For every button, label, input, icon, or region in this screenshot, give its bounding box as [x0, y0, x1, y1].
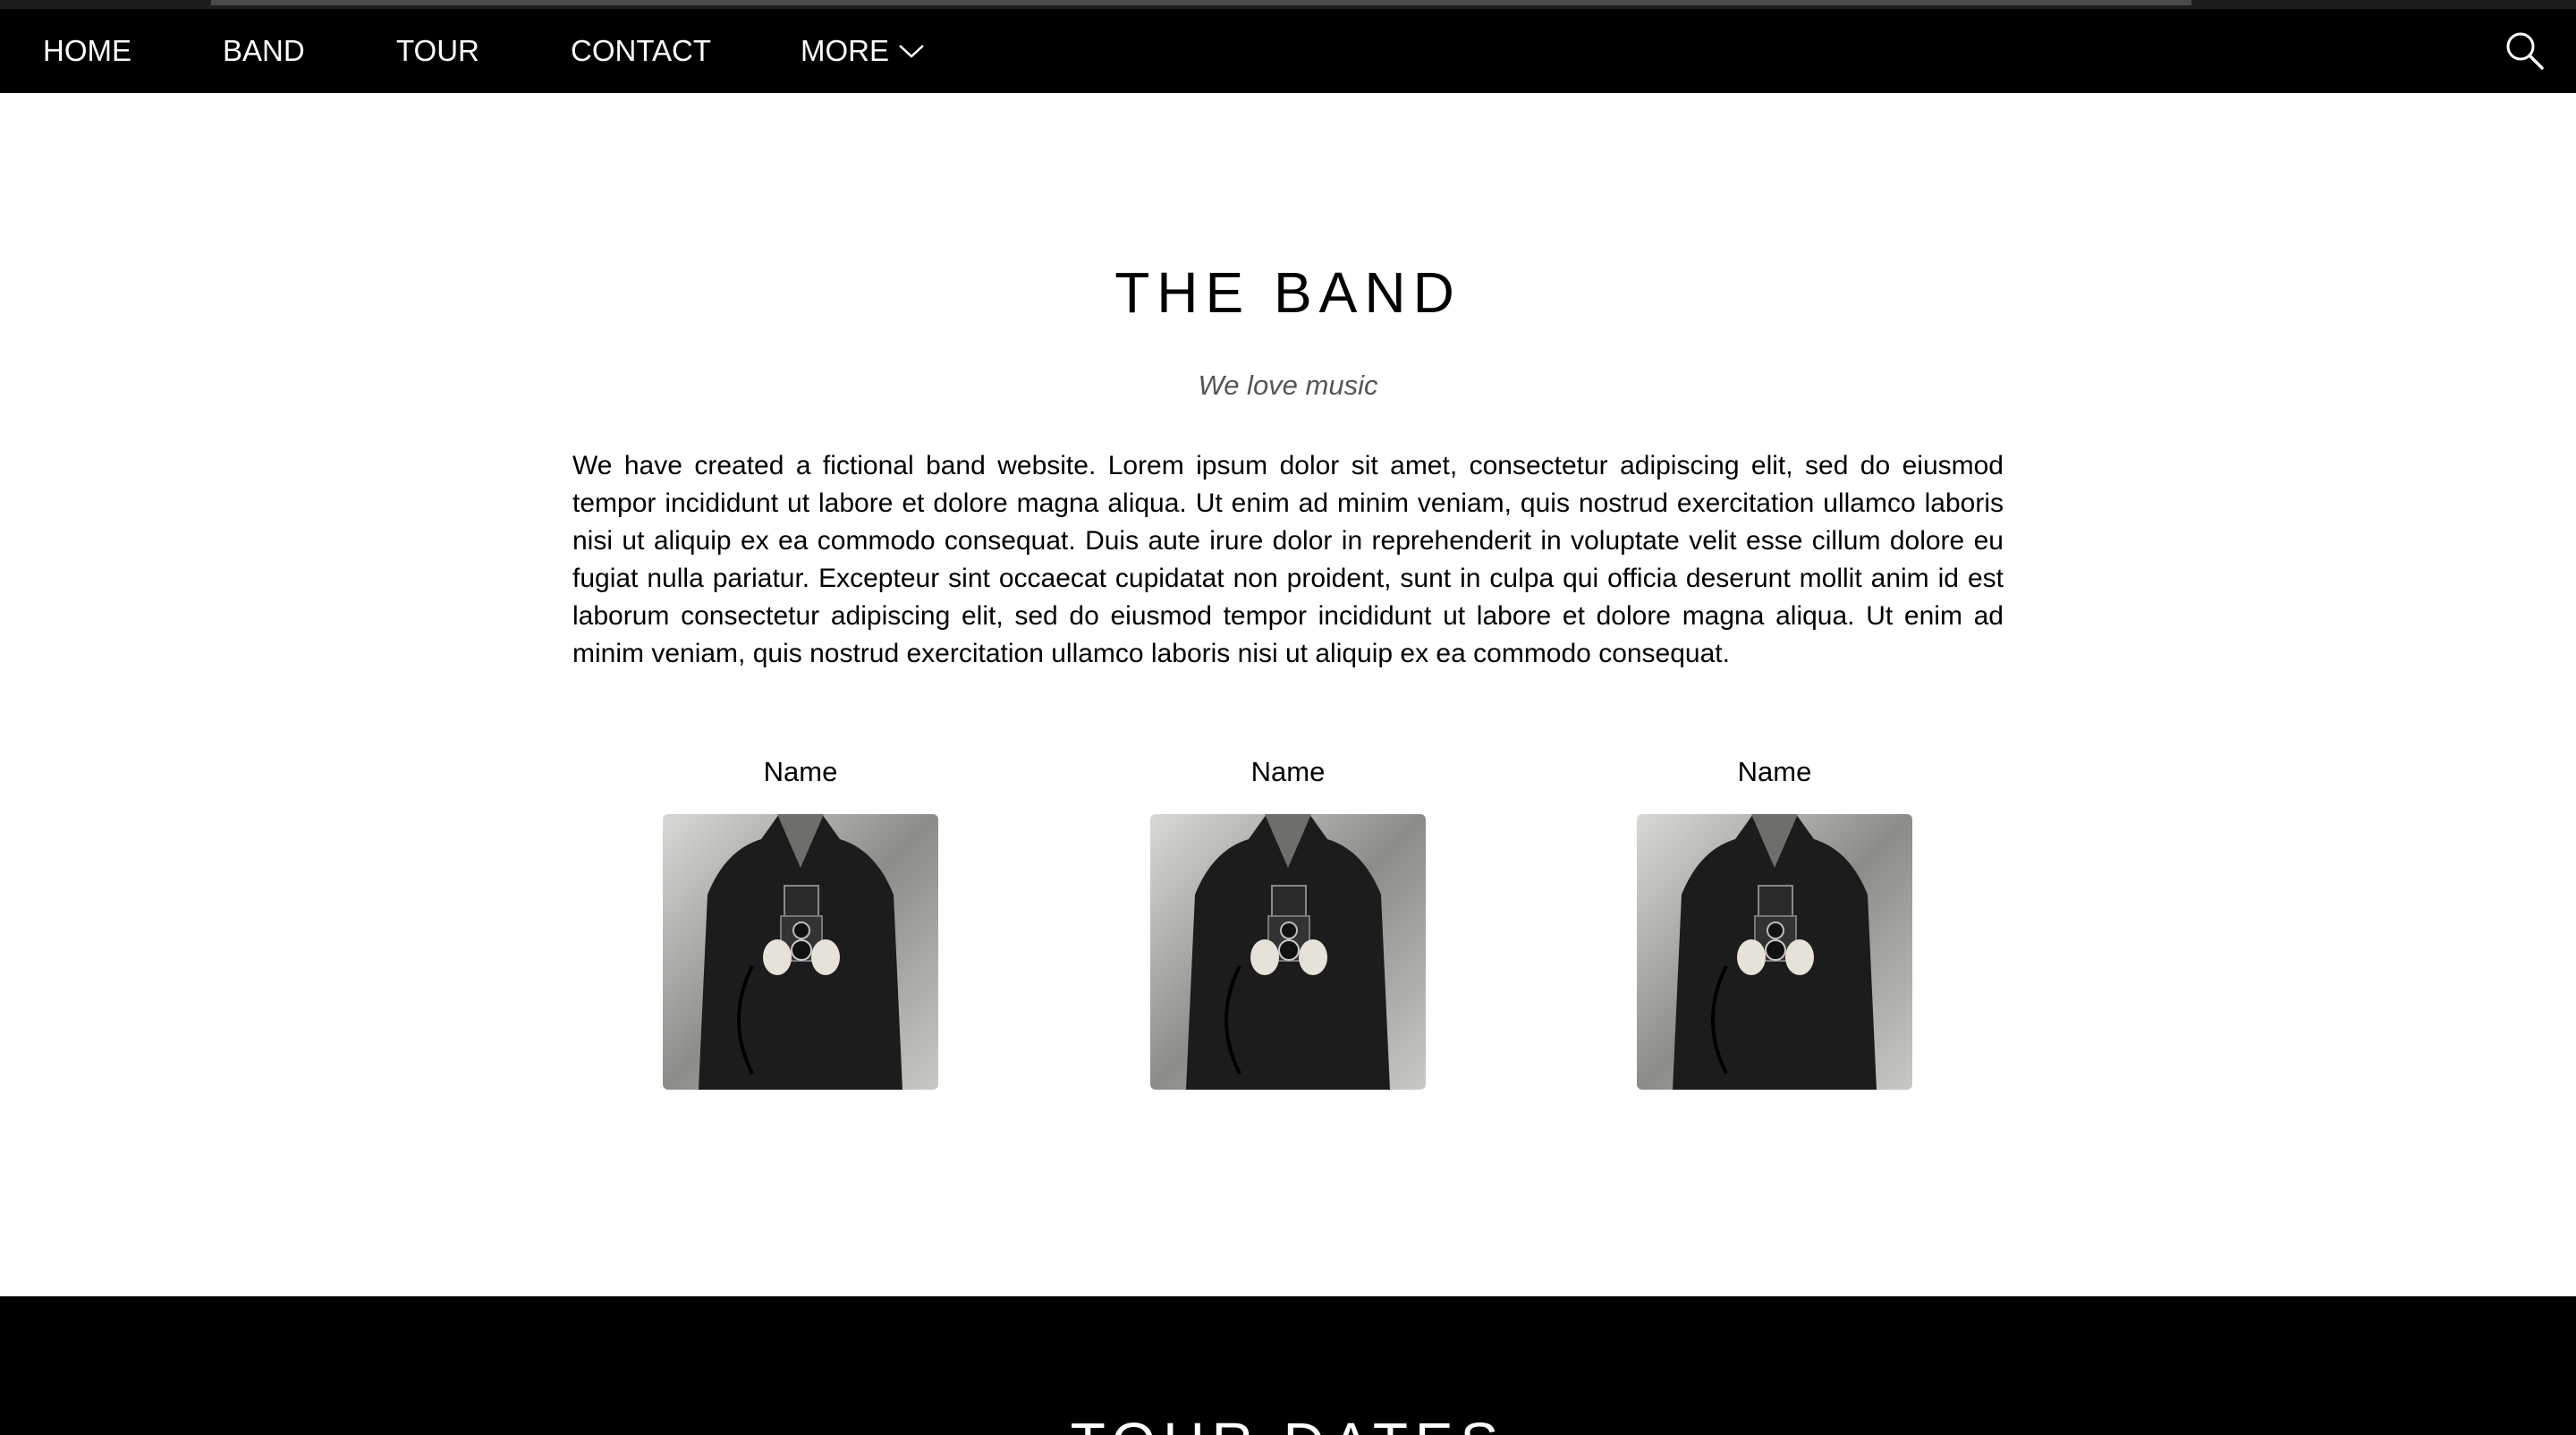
tour-section-title: TOUR DATES	[0, 1410, 2576, 1435]
member-photo[interactable]	[1150, 814, 1426, 1090]
tour-section: TOUR DATES	[0, 1296, 2576, 1435]
nav-more-label: MORE	[801, 34, 889, 67]
band-member-card: Name	[1596, 751, 1953, 1090]
search-icon[interactable]	[2504, 30, 2546, 72]
nav-more-dropdown[interactable]: MORE	[801, 9, 925, 93]
band-section-title: THE BAND	[1114, 260, 1462, 325]
member-name: Name	[1737, 756, 1812, 787]
member-name: Name	[1250, 756, 1326, 787]
browser-tab-bar	[211, 0, 2191, 5]
nav-contact[interactable]: CONTACT	[571, 9, 711, 93]
band-member-card: Name	[1109, 751, 1467, 1090]
member-name: Name	[763, 756, 838, 787]
member-photo[interactable]	[663, 814, 938, 1090]
band-subtitle: We love music	[1198, 369, 1378, 401]
nav-tour[interactable]: TOUR	[396, 9, 479, 93]
chevron-down-icon	[898, 7, 925, 91]
navbar: HOME BAND TOUR CONTACT MORE	[0, 9, 2576, 93]
band-description: We have created a fictional band website…	[572, 451, 2004, 668]
band-member-card: Name	[622, 751, 979, 1090]
page: HOME BAND TOUR CONTACT MORE THE BAND We …	[0, 0, 2576, 1435]
member-photo[interactable]	[1637, 814, 1912, 1090]
nav-home[interactable]: HOME	[43, 9, 131, 93]
browser-top-strip	[0, 0, 2576, 9]
nav-band[interactable]: BAND	[223, 9, 305, 93]
